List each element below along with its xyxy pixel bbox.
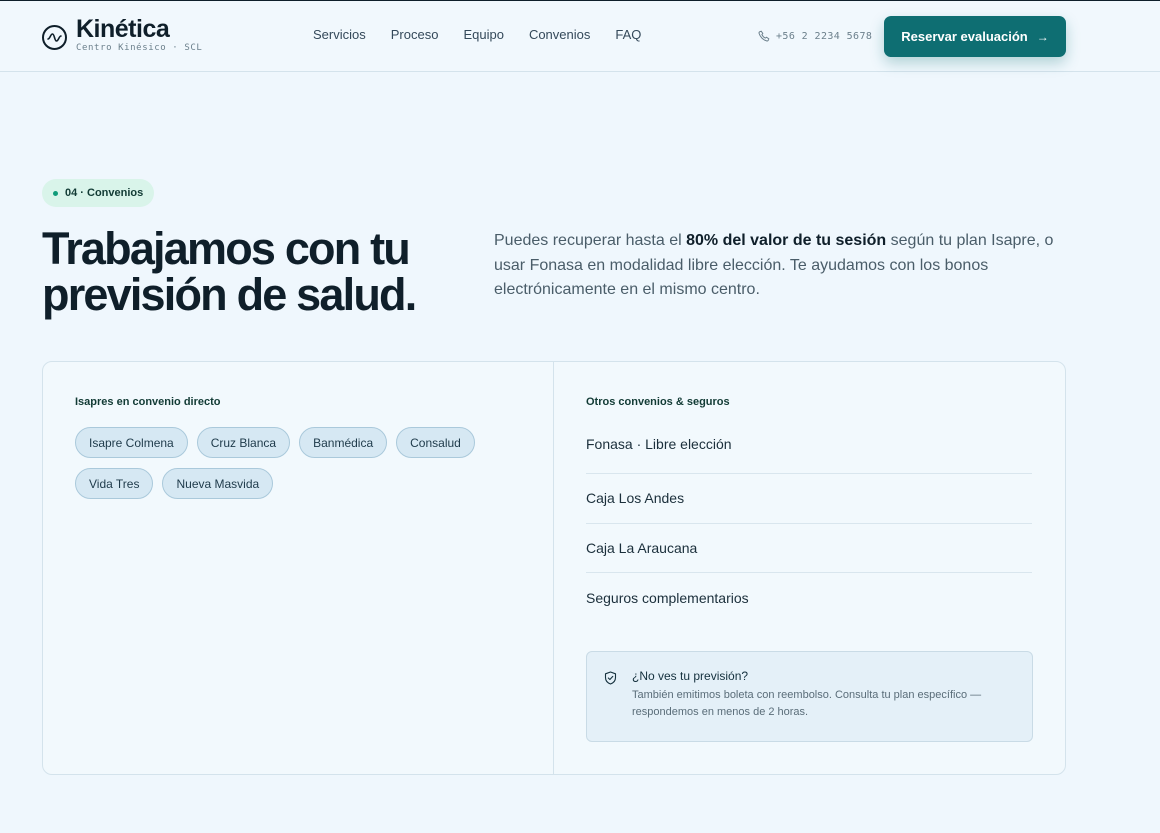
info-note: ¿No ves tu previsión? También emitimos b…	[586, 651, 1033, 742]
main-nav: Servicios Proceso Equipo Convenios FAQ	[313, 27, 666, 42]
pulse-icon	[42, 24, 67, 50]
section-badge: 04 · Convenios	[42, 179, 155, 207]
list-item: Caja Los Andes	[586, 474, 1032, 524]
nav-servicios[interactable]: Servicios	[313, 27, 366, 42]
isapres-chips: Isapre Colmena Cruz Blanca Banmédica Con…	[75, 427, 515, 509]
section-intro: Puedes recuperar hasta el 80% del valor …	[494, 229, 1054, 303]
note-title: ¿No ves tu previsión?	[632, 669, 749, 683]
note-body: También emitimos boleta con reembolso. C…	[632, 689, 982, 718]
brand-name: Kinética	[76, 15, 170, 43]
otros-list: Fonasa · Libre elección Caja Los Andes C…	[586, 432, 1032, 623]
phone-link[interactable]: +56 2 2234 5678	[758, 30, 872, 42]
dot-icon	[53, 190, 58, 196]
cta-label: Reservar evaluación	[901, 29, 1028, 44]
brand-subtitle: Centro Kinésico · SCL	[76, 43, 203, 53]
nav-equipo[interactable]: Equipo	[463, 27, 503, 42]
convenios-card: Isapres en convenio directo Isapre Colme…	[42, 361, 1066, 775]
chip-isapre[interactable]: Consalud	[396, 427, 475, 458]
nav-proceso[interactable]: Proceso	[391, 27, 439, 42]
arrow-right-icon: →	[1036, 29, 1049, 44]
section-title: Trabajamos con tu previsión de salud.	[42, 223, 417, 320]
chip-isapre[interactable]: Cruz Blanca	[196, 427, 291, 458]
intro-strong: 80% del valor de tu sesión	[686, 232, 887, 249]
isapres-title: Isapres en convenio directo	[75, 396, 221, 408]
shield-check-icon	[604, 671, 617, 690]
chip-isapre[interactable]: Banmédica	[299, 427, 388, 458]
chip-isapre[interactable]: Isapre Colmena	[75, 427, 188, 458]
isapres-column: Isapres en convenio directo Isapre Colme…	[43, 362, 554, 774]
nav-faq[interactable]: FAQ	[615, 27, 641, 42]
otros-title: Otros convenios & seguros	[586, 396, 730, 408]
site-header: Kinética Centro Kinésico · SCL Servicios…	[0, 1, 1160, 72]
badge-label: 04 · Convenios	[65, 187, 144, 199]
intro-pre: Puedes recuperar hasta el	[494, 232, 687, 249]
list-item: Seguros complementarios	[586, 589, 749, 606]
reservar-evaluacion-button[interactable]: Reservar evaluación →	[884, 16, 1066, 57]
otros-column: Otros convenios & seguros Fonasa · Libre…	[554, 362, 1065, 774]
chip-isapre[interactable]: Nueva Masvida	[162, 468, 274, 499]
list-item: Fonasa · Libre elección	[586, 432, 1032, 474]
phone-icon	[758, 30, 770, 42]
nav-convenios[interactable]: Convenios	[529, 27, 590, 42]
chip-isapre[interactable]: Vida Tres	[75, 468, 154, 499]
list-item: Caja La Araucana	[586, 524, 1032, 573]
brand-logo[interactable]: Kinética Centro Kinésico · SCL	[42, 15, 202, 53]
phone-number: +56 2 2234 5678	[776, 30, 873, 42]
